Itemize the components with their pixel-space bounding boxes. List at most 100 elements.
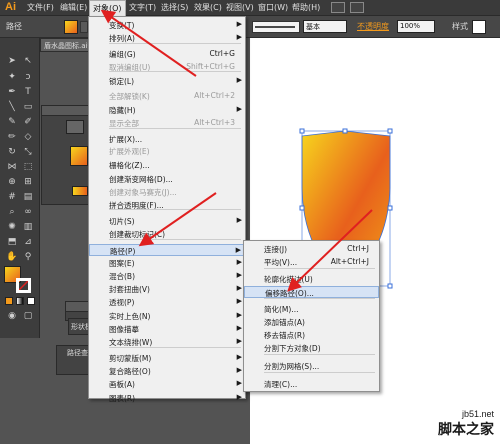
rotate-tool-icon[interactable]: ↻ [5, 146, 19, 158]
path-submenu-item[interactable]: 连接(J) Ctrl+J [244, 243, 379, 255]
object-menu-item[interactable]: 图表(R) ▶ [89, 392, 245, 404]
perspective-grid-tool-icon[interactable]: ⊞ [21, 176, 35, 188]
line-tool-icon[interactable]: ╲ [5, 101, 19, 113]
menu-item-label: 连接(J) [264, 245, 288, 254]
blob-brush-tool-icon[interactable]: ✏ [5, 131, 19, 143]
object-menu-item[interactable]: 扩展外观(E) [89, 145, 245, 157]
lasso-tool-icon[interactable]: ↄ [21, 71, 35, 83]
opacity-label[interactable]: 不透明度 [357, 21, 389, 32]
stroke-color-box[interactable] [16, 278, 31, 293]
object-menu-item[interactable]: 透视(P) ▶ [89, 296, 245, 308]
path-submenu: 连接(J) Ctrl+J 平均(V)... Alt+Ctrl+J 轮廓化描边(U) 偏移路… [243, 240, 380, 392]
path-submenu-item[interactable]: 分割为网格(S)... [244, 360, 379, 372]
menu-item-label: 分割下方对象(D) [264, 344, 321, 353]
object-menu-item[interactable]: 画板(A) ▶ [89, 378, 245, 390]
menu-type[interactable]: 文字(T) [129, 2, 156, 13]
paintbrush-tool-icon[interactable]: ✎ [5, 116, 19, 128]
menu-help[interactable]: 帮助(H) [292, 2, 320, 13]
object-menu-item[interactable]: 隐藏(H) ▶ [89, 104, 245, 116]
screen-mode-icon[interactable]: ▢ [21, 310, 35, 322]
menu-item-label: 锁定(L) [109, 77, 135, 86]
stroke-style-field[interactable]: 基本 [303, 20, 347, 33]
menu-object[interactable]: 对象(O) [89, 0, 126, 16]
menu-separator [109, 239, 241, 240]
slice-tool-icon[interactable]: ⊿ [21, 236, 35, 248]
object-menu-item[interactable]: 全部解锁(K) Alt+Ctrl+2 [89, 90, 245, 102]
scale-tool-icon[interactable]: ⤡ [21, 146, 35, 158]
none-mode-icon[interactable] [27, 297, 35, 305]
object-menu-item[interactable]: 复合路径(O) ▶ [89, 365, 245, 377]
gradient-panel-header[interactable] [42, 106, 90, 116]
selection-tool-icon[interactable]: ➤ [5, 55, 19, 67]
path-submenu-item[interactable]: 平均(V)... Alt+Ctrl+J [244, 256, 379, 268]
object-menu-item[interactable]: 锁定(L) ▶ [89, 75, 245, 87]
drawing-mode-icon[interactable]: ◉ [5, 310, 19, 322]
mesh-tool-icon[interactable]: # [5, 191, 19, 203]
menu-item-label: 平均(V)... [264, 258, 298, 267]
submenu-arrow-icon: ▶ [236, 324, 242, 332]
path-submenu-item[interactable]: 清理(C)... [244, 378, 379, 390]
menu-item-label: 复合路径(O) [109, 367, 151, 376]
object-menu-item[interactable]: 编组(G) Ctrl+G [89, 48, 245, 60]
menu-file[interactable]: 文件(F) [27, 2, 54, 13]
symbol-sprayer-tool-icon[interactable]: ✺ [5, 221, 19, 233]
object-menu-item[interactable]: 扩展(X)... [89, 133, 245, 145]
fill-dropdown[interactable] [80, 21, 88, 33]
menu-select[interactable]: 选择(S) [161, 2, 188, 13]
object-menu-item[interactable]: 封套扭曲(V) ▶ [89, 283, 245, 295]
bridge-icon[interactable] [331, 2, 345, 13]
object-menu-item[interactable]: 创建对象马赛克(J)... [89, 186, 245, 198]
gradient-slider[interactable] [72, 186, 88, 196]
pen-tool-icon[interactable]: ✒ [5, 86, 19, 98]
object-menu-item[interactable]: 切片(S) ▶ [89, 215, 245, 227]
color-mode-icon[interactable] [5, 297, 13, 305]
magic-wand-tool-icon[interactable]: ✦ [5, 71, 19, 83]
artboard-tool-icon[interactable]: ⬒ [5, 236, 19, 248]
width-tool-icon[interactable]: ⋈ [5, 161, 19, 173]
blend-tool-icon[interactable]: ∞ [21, 206, 35, 218]
type-tool-icon[interactable]: T [21, 86, 35, 98]
stroke-profile-dropdown[interactable] [252, 21, 300, 33]
path-submenu-item[interactable]: 分割下方对象(D) [244, 342, 379, 354]
path-submenu-item[interactable]: 移去锚点(R) [244, 329, 379, 341]
arrange-documents-icon[interactable] [350, 2, 364, 13]
menu-item-label: 图像描摹 [109, 325, 139, 334]
object-menu-item[interactable]: 剪切蒙版(M) ▶ [89, 352, 245, 364]
direct-selection-tool-icon[interactable]: ↖ [21, 55, 35, 67]
pencil-tool-icon[interactable]: ✐ [21, 116, 35, 128]
path-submenu-item[interactable]: 轮廓化描边(U) [244, 273, 379, 285]
free-transform-tool-icon[interactable]: ⬚ [21, 161, 35, 173]
path-submenu-item[interactable]: 添加锚点(A) [244, 316, 379, 328]
menu-effect[interactable]: 效果(C) [194, 2, 222, 13]
graph-tool-icon[interactable]: ▥ [21, 221, 35, 233]
object-menu-item[interactable]: 路径(P) ▶ [89, 244, 245, 256]
gradient-mode-icon[interactable] [16, 297, 24, 305]
submenu-arrow-icon: ▶ [236, 105, 242, 113]
hand-tool-icon[interactable]: ✋ [5, 251, 19, 263]
object-menu-item[interactable]: 创建渐变网格(D)... [89, 173, 245, 185]
path-submenu-item[interactable]: 偏移路径(O)... [244, 286, 379, 298]
object-menu-item[interactable]: 实时上色(N) ▶ [89, 310, 245, 322]
object-menu-item[interactable]: 变换(T) ▶ [89, 19, 245, 31]
menu-window[interactable]: 窗口(W) [258, 2, 288, 13]
object-menu-item[interactable]: 图案(E) ▶ [89, 257, 245, 269]
menu-view[interactable]: 视图(V) [226, 2, 254, 13]
menu-item-label: 清理(C)... [264, 380, 298, 389]
fill-swatch[interactable] [64, 20, 78, 34]
menu-separator [109, 128, 241, 129]
gradient-tool-icon[interactable]: ▤ [21, 191, 35, 203]
object-menu-item[interactable]: 图像描摹 ▶ [89, 323, 245, 335]
path-submenu-item[interactable]: 简化(M)... [244, 303, 379, 315]
gradient-preview-swatch[interactable] [70, 146, 88, 166]
menu-edit[interactable]: 编辑(E) [60, 2, 87, 13]
rectangle-tool-icon[interactable]: ▭ [21, 101, 35, 113]
eraser-tool-icon[interactable]: ◇ [21, 131, 35, 143]
app-logo: Ai [5, 1, 16, 13]
object-menu-item[interactable]: 栅格化(Z)... [89, 159, 245, 171]
opacity-field[interactable]: 100% [397, 20, 435, 33]
shape-builder-tool-icon[interactable]: ⊕ [5, 176, 19, 188]
object-menu-item[interactable]: 混合(B) ▶ [89, 270, 245, 282]
eyedropper-tool-icon[interactable]: ⌕ [5, 206, 19, 218]
graphic-style-swatch[interactable] [472, 20, 486, 34]
zoom-tool-icon[interactable]: ⚲ [21, 251, 35, 263]
